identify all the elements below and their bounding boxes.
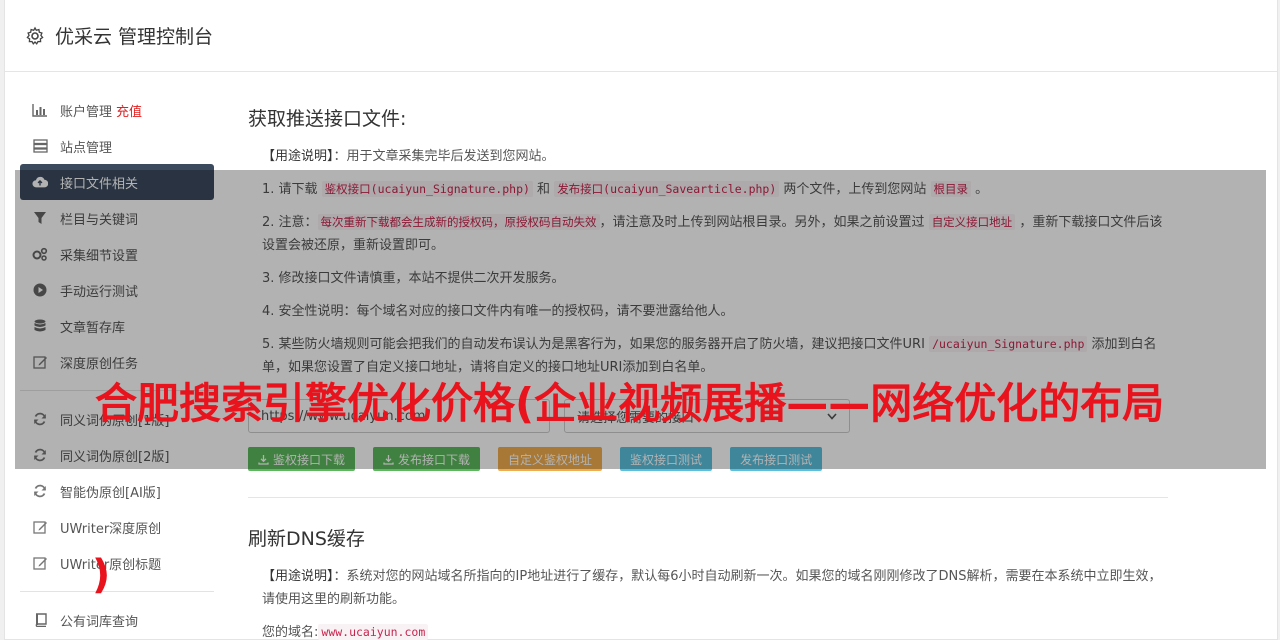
database-icon: [32, 318, 48, 334]
refresh-icon: [32, 411, 48, 427]
filter-icon: [32, 210, 48, 226]
watermark-text-tail: ): [92, 552, 111, 598]
sidebar-item-article-storage[interactable]: 文章暂存库: [20, 308, 214, 344]
note-4: 4. 安全性说明：每个域名对应的接口文件内有唯一的授权码，请不要泄露给他人。: [262, 304, 734, 319]
root-dir-code: 根目录: [930, 181, 972, 197]
button-label: 鉴权接口下载: [273, 452, 346, 467]
custom-url-code: 自定义接口地址: [928, 214, 1016, 230]
sidebar-item-label: 接口文件相关: [60, 176, 139, 192]
note-text: ，请注意及时上传到网站根目录。另外，如果之前设置过: [599, 215, 929, 230]
note-1: 1. 请下载 鉴权接口(ucaiyun_Signature.php) 和 发布接…: [248, 178, 1168, 201]
sidebar-item-label: 站点管理: [60, 140, 113, 156]
sidebar-item-sites[interactable]: 站点管理: [20, 128, 214, 164]
note-text: 两个文件，上传到您网站: [779, 182, 931, 197]
sidebar-item-label: UWriter原创标题: [60, 557, 162, 573]
sidebar-item-interface-files[interactable]: 接口文件相关: [20, 164, 214, 200]
download-icon: [383, 454, 394, 465]
sidebar-item-label: 手动运行测试: [60, 284, 139, 300]
book-icon: [32, 612, 48, 628]
usage-note: 【用途说明】：用于文章采集完毕后发送到您网站。: [248, 145, 1168, 168]
domain-label: 您的域名:: [262, 625, 319, 640]
usage-text: ：用于文章采集完毕后发送到您网站。: [333, 149, 555, 164]
section-divider: [248, 497, 1168, 498]
recharge-link[interactable]: 充值: [116, 101, 142, 120]
sidebar-item-uwriter-deep[interactable]: UWriter深度原创: [20, 509, 214, 545]
sidebar-item-label: 账户管理: [60, 104, 113, 120]
sidebar-item-label: 智能伪原创[AI版]: [60, 485, 161, 501]
signature-file-code: 鉴权接口(ucaiyun_Signature.php): [321, 181, 533, 197]
edit-icon: [32, 555, 48, 571]
note-2: 2. 注意： 每次重新下载都会生成新的授权码，原授权码自动失效 ，请注意及时上传到网…: [248, 211, 1168, 257]
note-text: 。: [971, 182, 989, 197]
note-text: 5. 某些防火墙规则可能会把我们的自动发布误认为是黑客行为，如果您的服务器开启了…: [262, 337, 930, 352]
sidebar-item-label: 公有词库查询: [60, 614, 139, 630]
sidebar-item-label: 采集细节设置: [60, 248, 139, 264]
watermark-text: 合肥搜索引擎优化价格(企业视频展播——网络优化的布局: [95, 379, 1165, 428]
refresh-icon: [32, 483, 48, 499]
play-circle-icon: [32, 282, 48, 298]
sidebar-item-uwriter-title[interactable]: UWriter原创标题: [20, 545, 214, 581]
server-icon: [32, 138, 48, 154]
gear-icon[interactable]: [25, 26, 45, 46]
custom-auth-url-button[interactable]: 自定义鉴权地址: [498, 447, 603, 471]
sidebar-item-ai-rewrite[interactable]: 智能伪原创[AI版]: [20, 473, 214, 509]
sidebar-item-synonym-v2[interactable]: 同义词伪原创[2版]: [20, 437, 214, 473]
savearticle-file-code: 发布接口(ucaiyun_Savearticle.php): [554, 181, 780, 197]
note-text: 和: [532, 182, 555, 197]
button-label: 发布接口下载: [398, 452, 471, 467]
sidebar-item-label: 文章暂存库: [60, 320, 126, 336]
note-text: 2. 注意：: [262, 215, 318, 230]
sidebar-item-account[interactable]: 账户管理 充值: [20, 92, 214, 128]
sidebar-item-label: 栏目与关键词: [60, 212, 139, 228]
sidebar-item-columns-keywords[interactable]: 栏目与关键词: [20, 200, 214, 236]
sidebar-divider: [20, 591, 214, 592]
header: 优采云 管理控制台: [5, 0, 1277, 72]
cogs-icon: [32, 246, 48, 262]
signature-uri-code: /ucaiyun_Signature.php: [929, 336, 1088, 352]
sidebar-item-label: 同义词伪原创[2版]: [60, 449, 170, 465]
sidebar-item-label: 深度原创任务: [60, 356, 139, 372]
bar-chart-icon: [32, 102, 48, 118]
page-title: 优采云 管理控制台: [55, 26, 214, 48]
dns-usage-note: 【用途说明】：系统对您的网站域名所指向的IP地址进行了缓存，默认每6小时自动刷新…: [248, 565, 1168, 611]
sidebar-item-public-lexicon[interactable]: 公有词库查询: [20, 602, 214, 638]
download-icon: [258, 454, 269, 465]
sidebar-item-collect-settings[interactable]: 采集细节设置: [20, 236, 214, 272]
section-title-dns: 刷新DNS缓存: [248, 528, 365, 550]
auth-warning-code: 每次重新下载都会生成新的授权码，原授权码自动失效: [317, 214, 600, 230]
sidebar: 账户管理 充值 站点管理 接口文件相关 栏目与关键词 采集细节设置 手动运行测试…: [20, 92, 214, 638]
main-content: 获取推送接口文件: 【用途说明】：用于文章采集完毕后发送到您网站。 1. 请下载…: [248, 92, 1168, 640]
refresh-icon: [32, 447, 48, 463]
interface-buttons: 鉴权接口下载 发布接口下载 自定义鉴权地址 鉴权接口测试 发布接口测试: [248, 447, 1168, 471]
sidebar-item-label: UWriter深度原创: [60, 521, 162, 537]
domain-value: www.ucaiyun.com: [318, 624, 429, 640]
usage-label: 【用途说明】: [262, 569, 334, 584]
section-title-interface: 获取推送接口文件:: [248, 108, 407, 130]
edit-icon: [32, 354, 48, 370]
signature-test-button[interactable]: 鉴权接口测试: [620, 447, 713, 471]
note-3: 3. 修改接口文件请慎重，本站不提供二次开发服务。: [262, 271, 565, 286]
edit-icon: [32, 519, 48, 535]
signature-download-button[interactable]: 鉴权接口下载: [248, 447, 356, 471]
publish-download-button[interactable]: 发布接口下载: [373, 447, 481, 471]
usage-text: ：系统对您的网站域名所指向的IP地址进行了缓存，默认每6小时自动刷新一次。如果您…: [262, 569, 1162, 607]
cloud-upload-icon: [32, 174, 48, 190]
usage-label: 【用途说明】: [262, 149, 334, 164]
domain-row: 您的域名: www.ucaiyun.com: [248, 621, 1168, 640]
sidebar-item-manual-run[interactable]: 手动运行测试: [20, 272, 214, 308]
publish-test-button[interactable]: 发布接口测试: [730, 447, 823, 471]
note-text: 1. 请下载: [262, 182, 322, 197]
